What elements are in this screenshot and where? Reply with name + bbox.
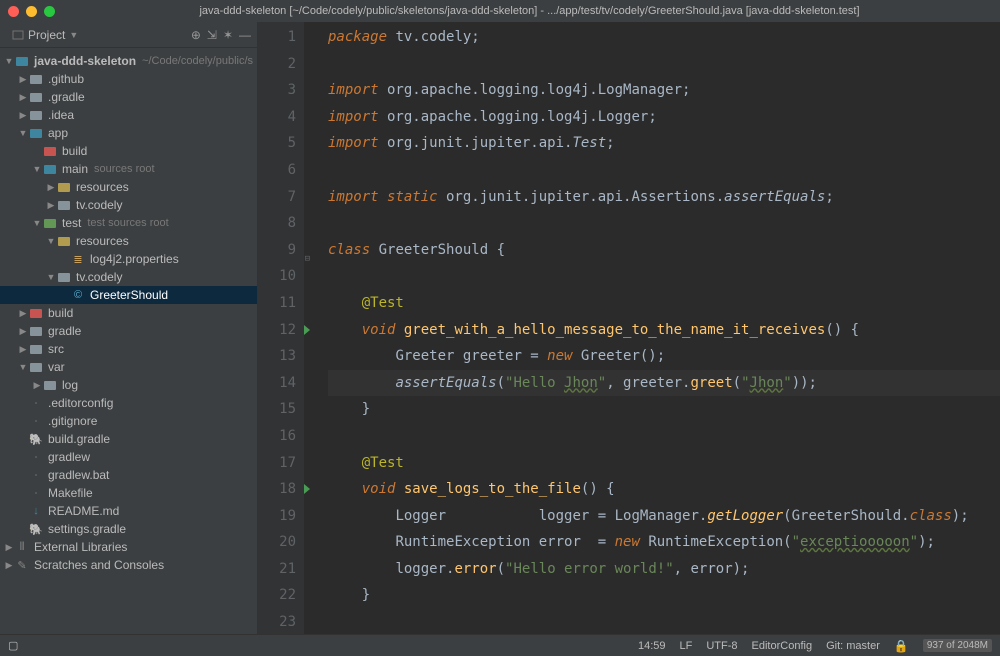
memory-indicator[interactable]: 937 of 2048M: [923, 639, 992, 652]
tree-item[interactable]: ↓README.md: [0, 502, 257, 520]
settings-icon[interactable]: ✶: [223, 28, 233, 42]
tree-item[interactable]: testtest sources root: [0, 214, 257, 232]
window-controls: [8, 6, 55, 17]
tree-item[interactable]: ∙gradlew: [0, 448, 257, 466]
tree-item[interactable]: ©GreeterShould: [0, 286, 257, 304]
project-sidebar: Project ▼ ⊕ ⇲ ✶ — java-ddd-skeleton~/Cod…: [0, 22, 258, 634]
tree-item[interactable]: build: [0, 304, 257, 322]
tree-item[interactable]: ∙gradlew.bat: [0, 466, 257, 484]
tree-item[interactable]: 🐘build.gradle: [0, 430, 257, 448]
tree-root[interactable]: java-ddd-skeleton~/Code/codely/public/s: [0, 52, 257, 70]
tree-item[interactable]: var: [0, 358, 257, 376]
tree-item[interactable]: 🐘settings.gradle: [0, 520, 257, 538]
tree-item[interactable]: build: [0, 142, 257, 160]
editor-code[interactable]: package tv.codely;import org.apache.logg…: [304, 22, 1000, 634]
tree-item[interactable]: resources: [0, 178, 257, 196]
project-icon: [12, 29, 24, 41]
tree-item[interactable]: src: [0, 340, 257, 358]
code-editor[interactable]: 123456789⊟1011121314151617181920212223 p…: [258, 22, 1000, 634]
editor-gutter[interactable]: 123456789⊟1011121314151617181920212223: [258, 22, 304, 634]
git-branch[interactable]: Git: master: [826, 640, 880, 652]
maximize-window-button[interactable]: [44, 6, 55, 17]
tree-item[interactable]: .gradle: [0, 88, 257, 106]
project-title: Project: [28, 28, 65, 42]
tree-item[interactable]: .idea: [0, 106, 257, 124]
readonly-lock-icon[interactable]: 🔒: [894, 639, 909, 653]
expand-icon[interactable]: ⇲: [207, 28, 217, 42]
tree-item[interactable]: log: [0, 376, 257, 394]
caret-position[interactable]: 14:59: [638, 640, 666, 652]
project-tool-header[interactable]: Project ▼ ⊕ ⇲ ✶ —: [0, 22, 257, 48]
project-tree[interactable]: java-ddd-skeleton~/Code/codely/public/s.…: [0, 48, 257, 634]
tree-item[interactable]: app: [0, 124, 257, 142]
tree-item[interactable]: tv.codely: [0, 196, 257, 214]
close-window-button[interactable]: [8, 6, 19, 17]
tree-item[interactable]: ≣log4j2.properties: [0, 250, 257, 268]
window-title: java-ddd-skeleton [~/Code/codely/public/…: [67, 5, 992, 17]
tree-item[interactable]: ∙.editorconfig: [0, 394, 257, 412]
minimize-window-button[interactable]: [26, 6, 37, 17]
statusbar-left-icon[interactable]: ▢: [8, 639, 18, 652]
line-separator[interactable]: LF: [680, 640, 693, 652]
tree-item[interactable]: .github: [0, 70, 257, 88]
tree-item[interactable]: ⫴External Libraries: [0, 538, 257, 556]
code-style[interactable]: EditorConfig: [752, 640, 813, 652]
tree-item[interactable]: tv.codely: [0, 268, 257, 286]
tree-item[interactable]: ∙.gitignore: [0, 412, 257, 430]
collapse-icon[interactable]: —: [239, 28, 251, 42]
tree-item[interactable]: ∙Makefile: [0, 484, 257, 502]
locate-icon[interactable]: ⊕: [191, 28, 201, 42]
titlebar: java-ddd-skeleton [~/Code/codely/public/…: [0, 0, 1000, 22]
file-encoding[interactable]: UTF-8: [706, 640, 737, 652]
tree-item[interactable]: ✎Scratches and Consoles: [0, 556, 257, 574]
main-area: Project ▼ ⊕ ⇲ ✶ — java-ddd-skeleton~/Cod…: [0, 22, 1000, 634]
tree-item[interactable]: resources: [0, 232, 257, 250]
status-bar: ▢ 14:59 LF UTF-8 EditorConfig Git: maste…: [0, 634, 1000, 656]
tree-item[interactable]: gradle: [0, 322, 257, 340]
tree-item[interactable]: mainsources root: [0, 160, 257, 178]
dropdown-icon[interactable]: ▼: [69, 30, 78, 40]
